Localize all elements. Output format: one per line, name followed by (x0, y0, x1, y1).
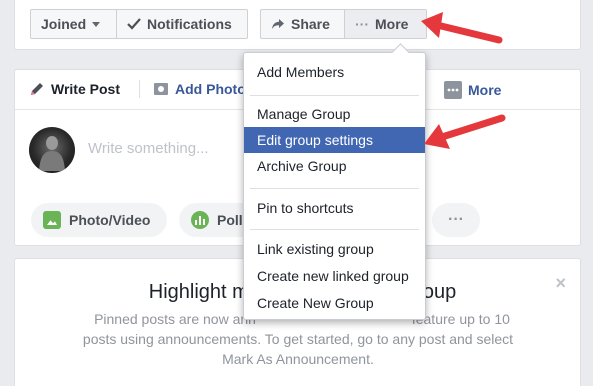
card-body-line1-left: Pinned posts are now ann (94, 311, 256, 327)
checkmark-icon (127, 18, 141, 30)
tab-add-photo[interactable]: Add Photo (153, 81, 246, 97)
share-button[interactable]: Share (260, 9, 345, 39)
menu-item-edit-group-settings[interactable]: Edit group settings (244, 127, 425, 153)
chevron-down-icon (92, 21, 101, 27)
more-dots-icon: ··· (355, 16, 369, 32)
more-dots-icon: ··· (448, 211, 464, 228)
more-box-icon (444, 81, 462, 99)
avatar[interactable] (29, 127, 75, 173)
pencil-icon (31, 83, 43, 95)
notifications-label: Notifications (147, 16, 232, 32)
menu-item-add-members[interactable]: Add Members (244, 59, 425, 85)
tab-write-post[interactable]: Write Post (29, 81, 120, 97)
image-icon (43, 211, 61, 229)
photo-icon (154, 83, 168, 95)
menu-divider (250, 188, 419, 189)
tab-more[interactable]: More (444, 81, 501, 99)
tab-write-post-label: Write Post (51, 81, 120, 97)
menu-item-link-existing-group[interactable]: Link existing group (244, 236, 425, 262)
composer-more-button[interactable]: ··· (432, 203, 480, 237)
card-body-line3: Mark As Announcement. (222, 351, 374, 367)
menu-divider (250, 95, 419, 96)
menu-item-create-new-group[interactable]: Create New Group (244, 290, 425, 316)
card-body-line2: posts using announcements. To get starte… (82, 331, 514, 347)
joined-label: Joined (41, 16, 87, 32)
menu-divider (250, 229, 419, 230)
group-action-bar: Joined Notifications Share ··· More (14, 0, 581, 50)
joined-button[interactable]: Joined (30, 9, 117, 39)
card-body-line1-right: feature up to 10 (411, 311, 510, 327)
tab-divider (139, 80, 140, 98)
write-post-input[interactable]: Write something... (88, 140, 209, 157)
tab-more-label: More (468, 82, 502, 98)
more-button[interactable]: ··· More (344, 9, 427, 39)
share-label: Share (291, 16, 330, 32)
photo-video-label: Photo/Video (69, 212, 151, 228)
menu-item-manage-group[interactable]: Manage Group (244, 101, 425, 127)
more-label: More (375, 16, 409, 32)
photo-video-button[interactable]: Photo/Video (31, 203, 167, 237)
more-dropdown-menu: Add Members Manage Group Edit group sett… (243, 52, 426, 320)
menu-item-create-new-linked-group[interactable]: Create new linked group (244, 263, 425, 289)
poll-label: Poll (217, 212, 243, 228)
avatar-figure (39, 136, 65, 171)
menu-item-pin-to-shortcuts[interactable]: Pin to shortcuts (244, 195, 425, 221)
poll-icon (191, 211, 209, 229)
menu-item-archive-group[interactable]: Archive Group (244, 153, 425, 179)
notifications-button[interactable]: Notifications (116, 9, 248, 39)
share-icon (272, 19, 284, 29)
tab-add-photo-label: Add Photo (175, 81, 246, 97)
